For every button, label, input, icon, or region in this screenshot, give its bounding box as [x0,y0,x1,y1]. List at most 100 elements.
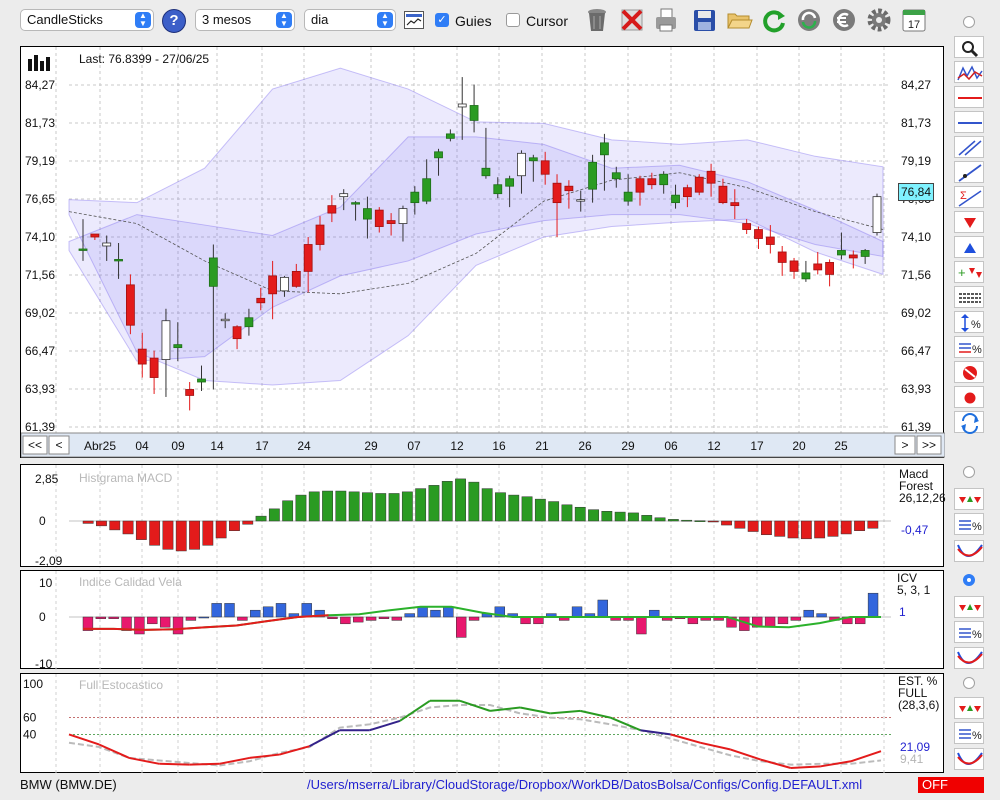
currency-icon [833,9,855,31]
price-tick-left: 66,47 [25,344,55,358]
panel-select-radio-price[interactable] [963,16,975,28]
search-icon [962,41,979,58]
histogram-bar [761,520,772,536]
histogram-bar [108,616,119,619]
guides-label: Guies [455,13,492,29]
stoch-signals-button[interactable] [954,697,984,719]
stoch-curve-button[interactable] [954,748,984,770]
interval-select[interactable]: dia ▲ ▼ [304,9,396,31]
histogram-bar [508,494,520,522]
histogram-bar [649,609,660,618]
sync-button[interactable] [795,6,823,34]
currency-button[interactable] [830,6,858,34]
candlestick-chart[interactable]: 84,2784,2781,7381,7379,1979,1976,6576,65… [21,47,945,459]
histogram-bar [375,493,387,522]
forbid-button[interactable] [954,361,984,383]
chart-type-select[interactable]: CandleSticks ▲ ▼ [20,9,154,31]
panel-select-radio-stoch[interactable] [963,677,975,689]
settings-button[interactable] [865,6,893,34]
icv-signals-button[interactable] [954,596,984,618]
macd-signals-button[interactable] [954,488,984,510]
histogram-bar [401,491,413,522]
refresh-button[interactable] [760,6,788,34]
period-value: 3 mesos [202,12,252,27]
histogram-bar [322,490,333,522]
nav-next-button-label: > [901,438,908,452]
stoch-lines-percent-button[interactable]: % [954,722,984,744]
indicator-button[interactable] [954,61,984,83]
icv-curve-button[interactable] [954,647,984,669]
print-button[interactable] [652,6,680,34]
date-label: 12 [450,439,464,453]
scale-percent-icon: % [961,314,981,332]
help-button[interactable]: ? [162,9,186,33]
chart-settings-button[interactable] [404,11,424,29]
swap-button[interactable] [954,411,984,434]
horizontal-line-red-button[interactable] [954,86,984,108]
nav-prev-button[interactable]: < [48,435,70,455]
calendar-button[interactable]: 17 [900,6,928,34]
open-button[interactable] [725,6,753,34]
scale-percent-button[interactable]: % [954,311,984,333]
price-tick-right: 66,47 [901,344,931,358]
candle-body [825,262,834,275]
sell-arrow-button[interactable] [954,211,984,233]
macd-curve-button[interactable] [954,540,984,562]
axis-tick: 40 [23,727,37,741]
histogram-bar [571,606,583,618]
candle-body [611,172,621,180]
macd-lines-percent-button[interactable]: % [954,513,984,535]
histogram-bar [388,493,400,522]
nav-next-button[interactable]: > [894,435,916,455]
open-folder-icon [727,13,753,29]
lines-percent-icon: % [959,729,982,742]
nav-last-button[interactable]: >> [916,435,942,455]
live-status-badge[interactable]: OFF [918,777,984,793]
lines-percent-icon: % [959,520,982,533]
period-select[interactable]: 3 mesos ▲ ▼ [195,9,295,31]
interval-value: dia [311,12,329,27]
panel-select-radio-macd[interactable] [963,466,975,478]
histogram-bar [159,616,171,628]
trash-icon [588,9,606,31]
delete-button[interactable] [618,6,646,34]
lines-percent-icon: % [959,628,982,641]
histogram-bar [867,520,879,529]
histogram-bar [147,616,158,625]
svg-text:%: % [972,344,982,356]
histogram-bar [301,603,312,618]
nav-first-button[interactable]: << [22,435,48,455]
fibonacci-button[interactable]: Σ [954,186,984,208]
cursor-checkbox[interactable] [506,13,520,27]
histogram-bar [340,616,351,625]
trendline-button[interactable] [954,161,984,183]
candle-body [149,357,159,378]
stochastic-k-segment [640,729,671,736]
histogram-bar [654,517,666,522]
histogram-bar [185,616,197,621]
guides-checkbox[interactable]: ✓ [435,13,449,27]
date-label: 12 [707,439,721,453]
histogram-bar [764,616,776,628]
stochastic-k-segment [98,743,130,759]
date-label: 17 [750,439,764,453]
horizontal-line-blue-button[interactable] [954,111,984,133]
candle-body [303,244,313,272]
current-price-value: 76,84 [900,185,932,199]
axis-tick: 60 [23,711,37,725]
record-button[interactable] [954,386,984,408]
candle-body [90,233,100,238]
trash-button[interactable] [583,6,611,34]
buy-arrow-button[interactable] [954,236,984,258]
lines-percent-button[interactable]: % [954,336,984,358]
panel-select-radio-icv[interactable] [963,574,975,586]
channel-button[interactable] [954,136,984,158]
save-button[interactable] [690,6,718,34]
icv-lines-percent-button[interactable]: % [954,621,984,643]
grid-lines-button[interactable] [954,286,984,308]
histogram-bar [707,520,719,523]
zoom-button[interactable] [954,36,984,58]
config-path-link[interactable]: /Users/mserra/Library/CloudStorage/Dropb… [307,776,862,794]
signals-button[interactable]: + [954,261,984,283]
candle-body [469,105,479,121]
